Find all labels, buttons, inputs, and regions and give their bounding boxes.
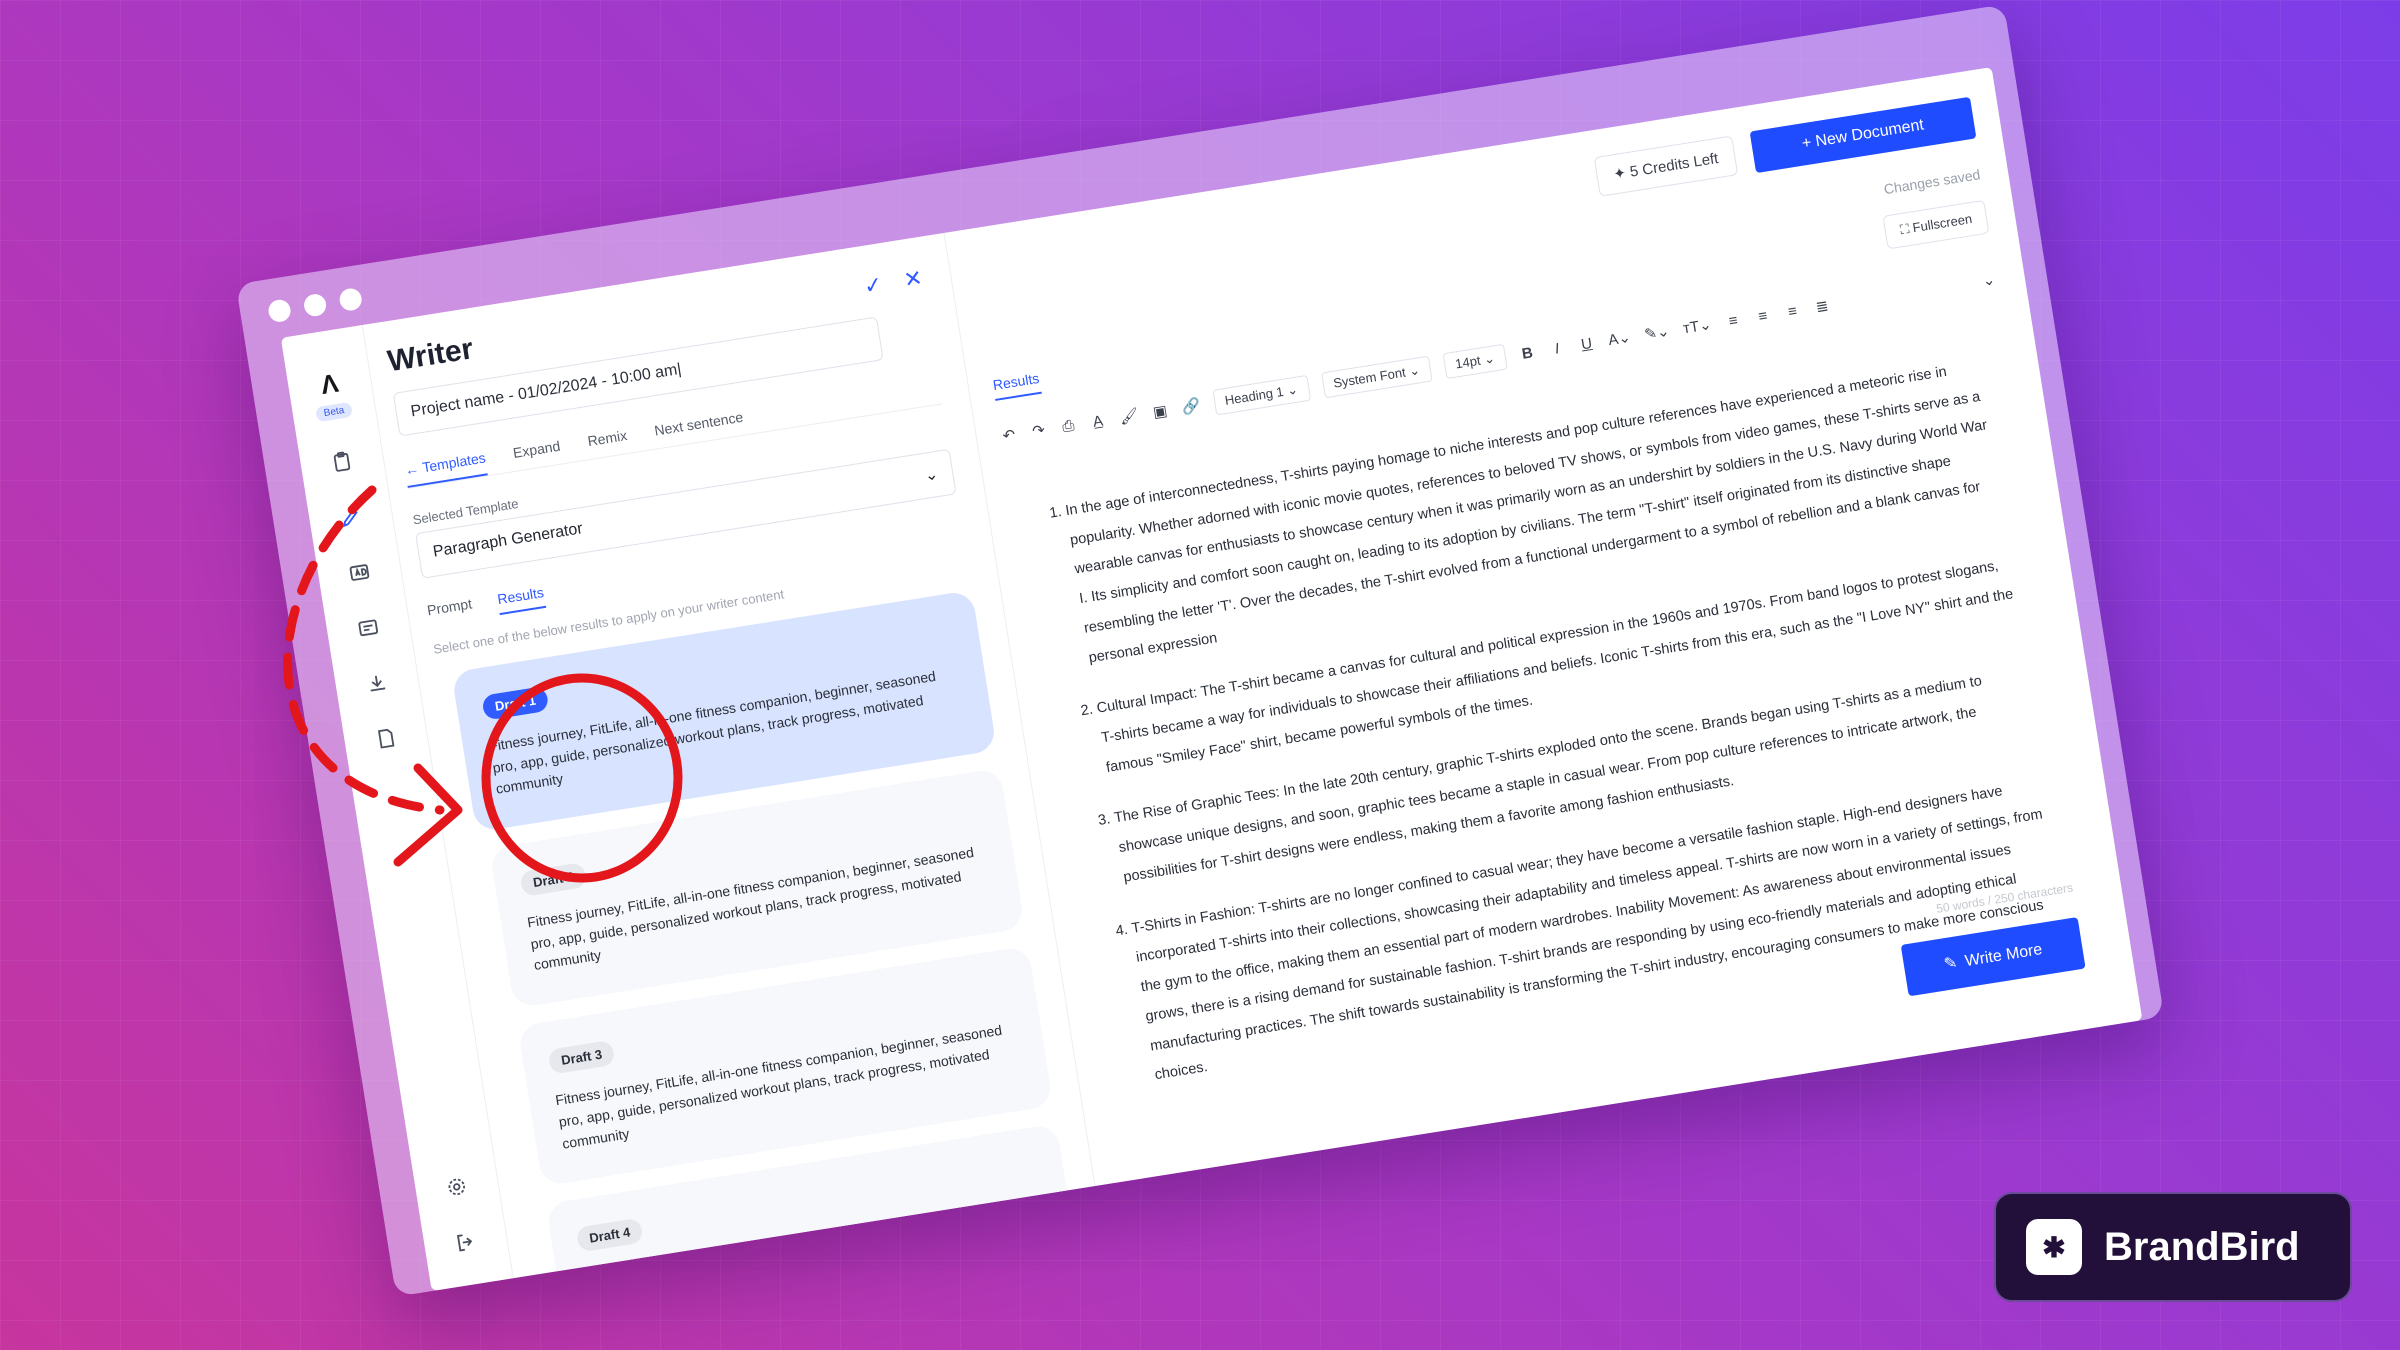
spellcheck-icon[interactable]: A̲ [1089, 412, 1107, 431]
size-select-value: 14pt [1454, 352, 1482, 372]
draft-text: Fitness journey, FitLife, all-in-one fit… [487, 667, 937, 798]
link-icon[interactable]: 🔗 [1180, 396, 1202, 417]
draft-text: Fitness journey, FitLife, all-in-one fit… [526, 844, 975, 974]
editor: ✦ 5 Credits Left + New Document Changes … [945, 67, 2143, 1186]
title-actions: ✓ ✕ [862, 265, 924, 300]
template-select-value: Paragraph Generator [431, 520, 584, 561]
italic-button[interactable]: I [1548, 339, 1566, 358]
brand-name: BrandBird [2104, 1224, 2300, 1269]
ad-icon[interactable] [345, 558, 375, 588]
draft-badge: Draft 1 [481, 685, 550, 721]
chevron-down-icon[interactable]: ⌄ [1979, 270, 1998, 290]
rail-spacer [392, 781, 450, 1144]
bold-button[interactable]: B [1518, 343, 1536, 362]
clipboard-icon[interactable] [327, 447, 357, 477]
subtab-results[interactable]: Results [496, 584, 547, 616]
draft-badge: Draft 4 [575, 1217, 644, 1253]
tab-remix[interactable]: Remix [586, 427, 629, 459]
close-icon[interactable]: ✕ [902, 265, 924, 294]
undo-icon[interactable]: ↶ [1000, 425, 1019, 445]
text-size-icon[interactable]: ᴛT⌄ [1682, 315, 1713, 337]
align-center-icon[interactable]: ≡ [1754, 306, 1772, 325]
fullscreen-label: Fullscreen [1911, 211, 1974, 236]
pen-icon[interactable] [336, 502, 366, 532]
app-logo: Λ [318, 367, 341, 401]
beta-badge: Beta [314, 401, 354, 423]
heading-select[interactable]: Heading 1 ⌄ [1212, 374, 1311, 416]
download-icon[interactable] [362, 668, 392, 698]
print-icon[interactable]: ⎙ [1059, 416, 1077, 436]
logout-icon[interactable] [451, 1227, 481, 1257]
brandbird-logo-icon: ✱ [2026, 1219, 2082, 1275]
window-dot[interactable] [302, 292, 328, 318]
heading-select-value: Heading 1 [1223, 383, 1285, 408]
size-select[interactable]: 14pt ⌄ [1442, 343, 1508, 380]
document-list-icon[interactable] [353, 613, 383, 643]
tab-next-sentence[interactable]: Next sentence [653, 409, 745, 449]
draft-text: Fitness journey, FitLife, all-in-one fit… [554, 1021, 1004, 1152]
window-dot[interactable] [266, 298, 293, 324]
font-select[interactable]: System Font ⌄ [1320, 355, 1433, 399]
new-document-label: New Document [1814, 116, 1926, 151]
fullscreen-button[interactable]: ⛶ Fullscreen [1882, 199, 1990, 250]
draft-badge: Draft 3 [547, 1039, 616, 1075]
credits-button[interactable]: ✦ 5 Credits Left [1593, 135, 1739, 197]
window-dot[interactable] [338, 286, 364, 313]
align-right-icon[interactable]: ≡ [1783, 302, 1801, 321]
text-color-icon[interactable]: A⌄ [1607, 328, 1632, 349]
font-select-value: System Font [1332, 364, 1407, 391]
align-justify-icon[interactable]: ≣ [1813, 296, 1832, 317]
tab-results[interactable]: Results [991, 369, 1042, 401]
page-title: Writer [385, 332, 476, 379]
chevron-down-icon: ⌄ [923, 465, 940, 485]
align-left-icon[interactable]: ≡ [1724, 311, 1742, 330]
new-document-button[interactable]: + New Document [1749, 96, 1977, 174]
tab-expand[interactable]: Expand [512, 438, 563, 471]
brandbird-badge: ✱ BrandBird [1994, 1192, 2352, 1302]
save-status: Changes saved [1882, 166, 1982, 198]
tab-label: Templates [421, 449, 487, 476]
format-painter-icon[interactable]: 🖌 [1118, 406, 1139, 427]
settings-icon[interactable] [442, 1172, 472, 1202]
underline-button[interactable]: U [1577, 334, 1595, 353]
image-icon[interactable]: ▣ [1151, 401, 1170, 421]
file-icon[interactable] [371, 724, 401, 754]
highlight-icon[interactable]: ✎⌄ [1643, 322, 1670, 344]
draft-badge: Draft 2 [519, 862, 588, 897]
credits-label: 5 Credits Left [1628, 149, 1720, 181]
redo-icon[interactable]: ↷ [1029, 420, 1048, 441]
subtab-prompt[interactable]: Prompt [426, 595, 474, 626]
tab-templates[interactable]: ← Templates [403, 449, 489, 488]
write-more-label: Write More [1963, 941, 2044, 971]
check-icon[interactable]: ✓ [862, 271, 884, 300]
pencil-icon: ✎ [1942, 954, 1959, 974]
